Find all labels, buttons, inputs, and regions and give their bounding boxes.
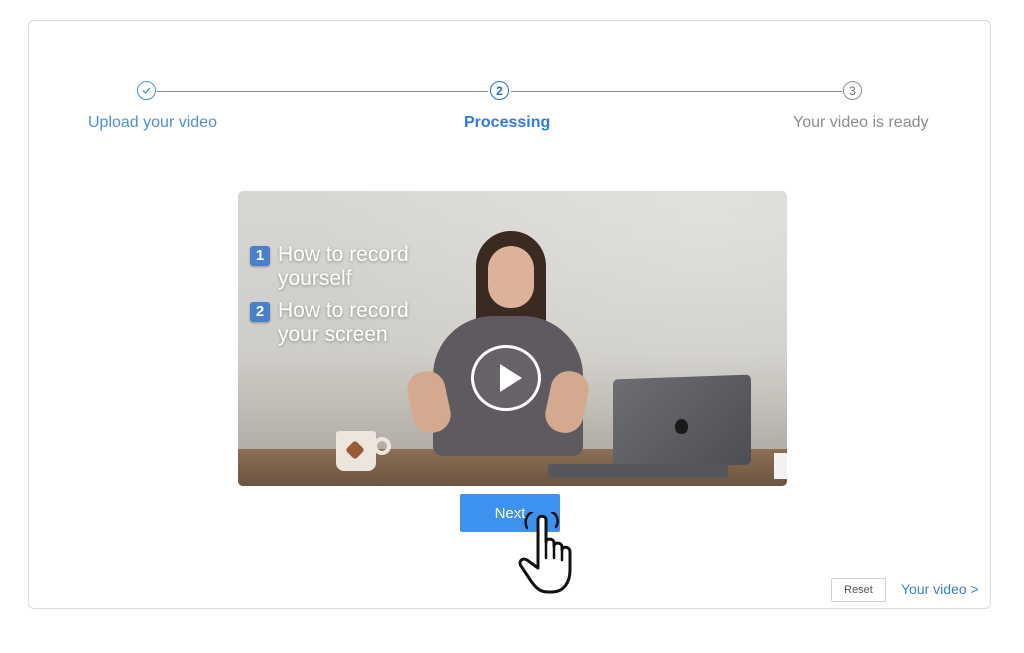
video-overlay-item: 1 How to record yourself (250, 243, 438, 291)
overlay-number-badge: 1 (250, 246, 270, 266)
step-1-label: Upload your video (88, 114, 217, 131)
overlay-item-text: How to record yourself (278, 243, 409, 290)
step-3-circle: 3 (843, 81, 862, 100)
check-icon (142, 87, 151, 94)
hand-pointer-cursor-icon (518, 512, 572, 594)
step-1-circle (137, 81, 156, 100)
your-video-link[interactable]: Your video > (901, 581, 979, 597)
overlay-number-badge: 2 (250, 302, 270, 322)
overlay-item-text: How to record your screen (278, 299, 409, 346)
play-button[interactable] (471, 345, 541, 411)
stepper-connector-1 (157, 91, 488, 92)
video-corner-badge (774, 453, 787, 479)
step-2-number: 2 (496, 83, 503, 98)
video-person-face (488, 246, 534, 308)
video-player[interactable]: 1 How to record yourself 2 How to record… (238, 191, 787, 486)
video-laptop-base (548, 464, 728, 478)
reset-button[interactable]: Reset (831, 578, 886, 602)
step-3-label: Your video is ready (793, 114, 929, 131)
step-2-label: Processing (464, 114, 551, 131)
video-overlay-list: 1 How to record yourself 2 How to record… (250, 243, 438, 355)
stepper-connector-2 (511, 91, 842, 92)
video-overlay-item: 2 How to record your screen (250, 299, 438, 347)
apple-logo-icon (675, 419, 688, 434)
step-3-number: 3 (849, 83, 856, 98)
step-2-circle: 2 (490, 81, 509, 100)
play-icon (500, 364, 522, 392)
